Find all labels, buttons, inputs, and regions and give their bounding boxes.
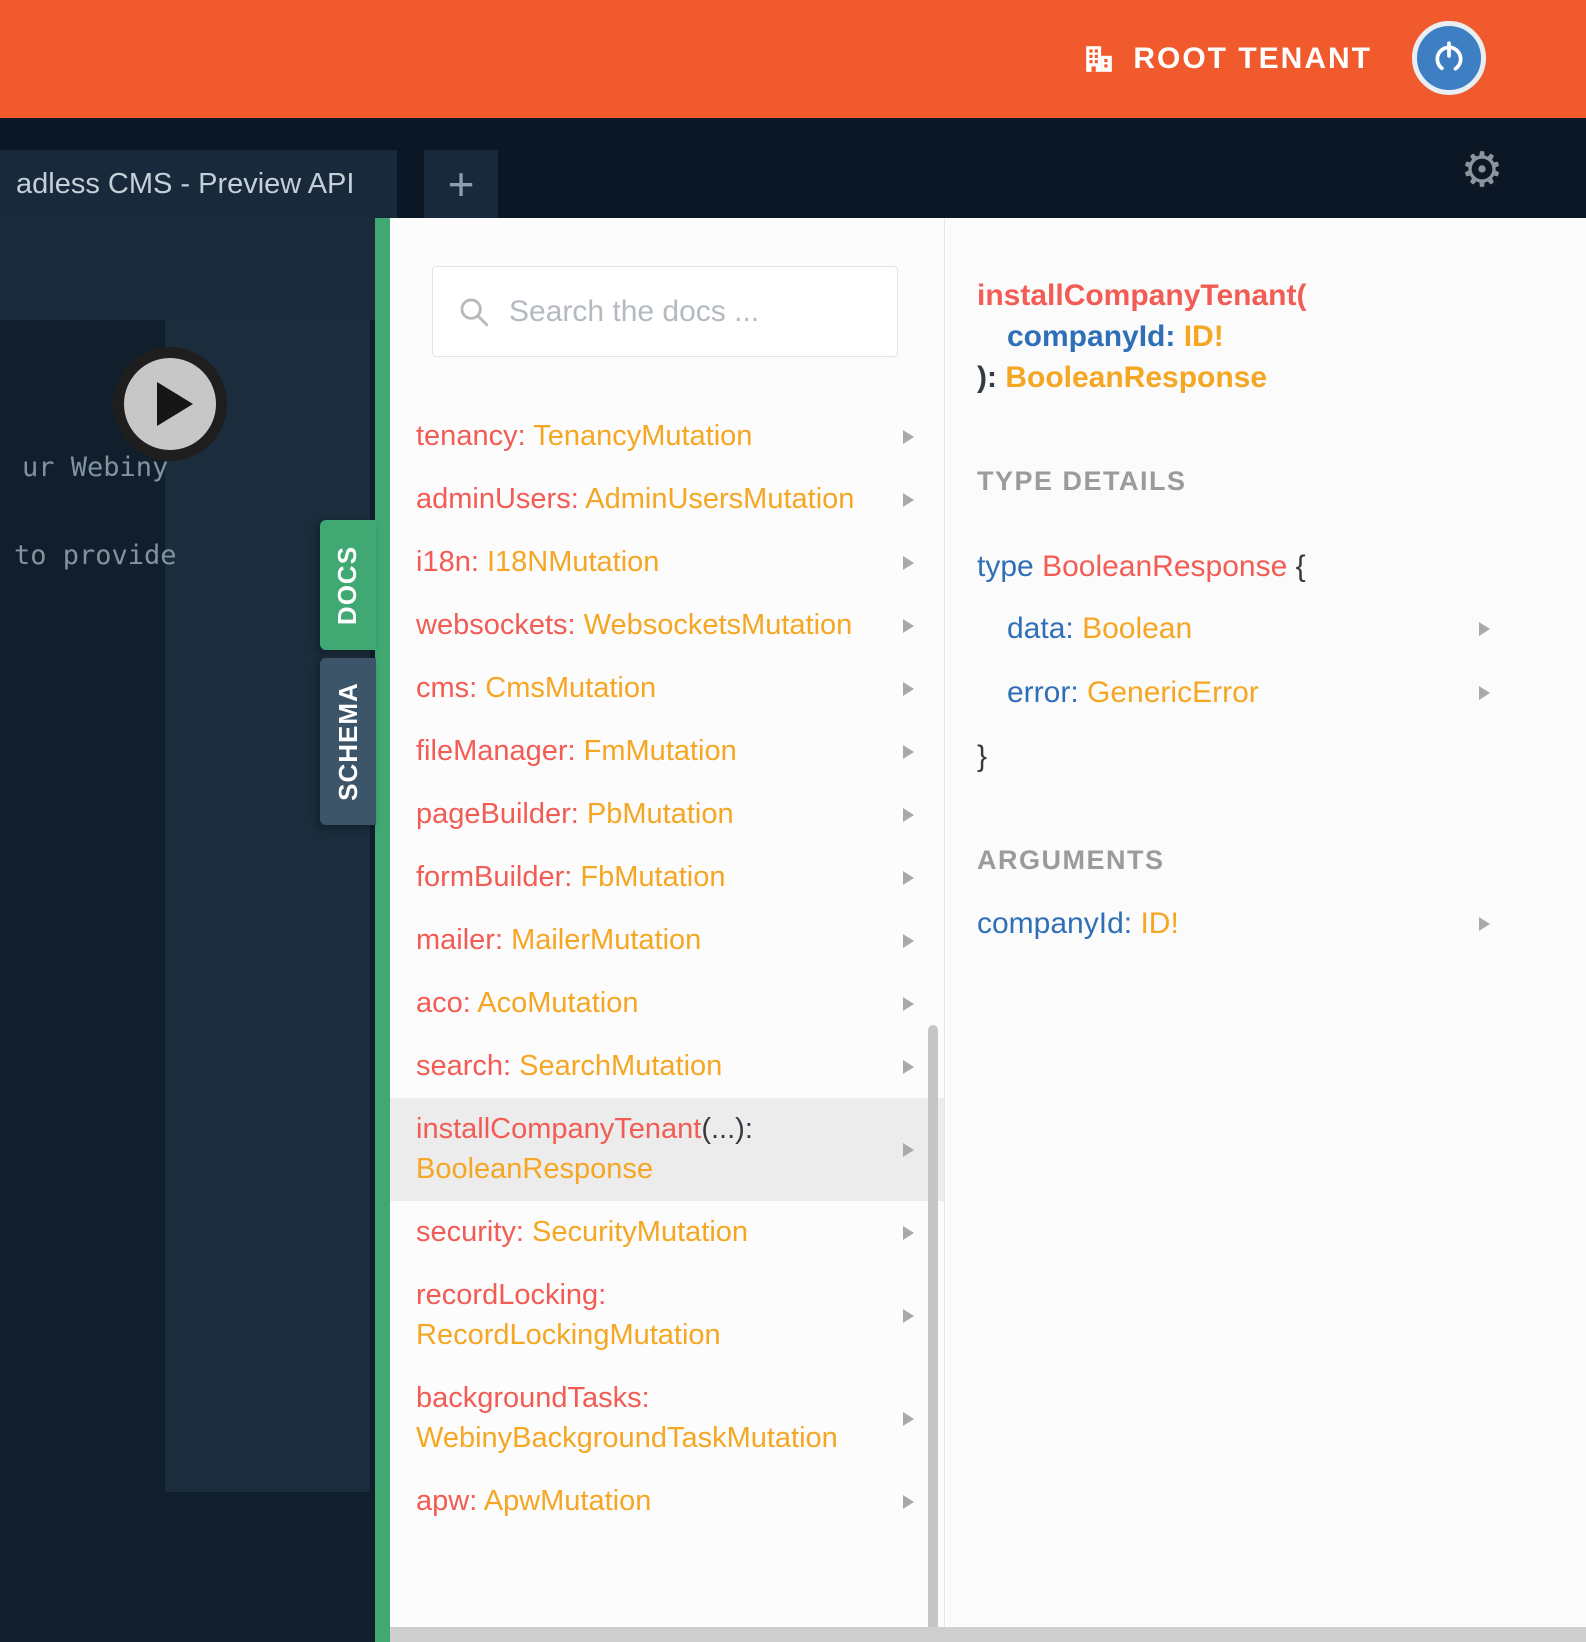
- type-close-brace: }: [977, 740, 988, 773]
- field-detail-panel: installCompanyTenant( companyId: ID! ): …: [946, 218, 1586, 1642]
- docs-field-row[interactable]: backgroundTasks: WebinyBackgroundTaskMut…: [390, 1367, 944, 1470]
- chevron-right-icon: [903, 1494, 914, 1509]
- chevron-right-icon: [903, 1411, 914, 1426]
- logout-button[interactable]: [1412, 21, 1486, 95]
- horizontal-scrollbar[interactable]: [390, 1627, 1586, 1642]
- docs-scrollbar[interactable]: [928, 1025, 938, 1642]
- chevron-right-icon: [903, 1225, 914, 1240]
- search-box[interactable]: [432, 266, 898, 357]
- app-header: ROOT TENANT: [0, 0, 1586, 118]
- docs-field-row[interactable]: formBuilder: FbMutation: [390, 846, 944, 909]
- chevron-right-icon: [903, 492, 914, 507]
- docs-field-row[interactable]: security: SecurityMutation: [390, 1201, 944, 1264]
- docs-field-row[interactable]: apw: ApwMutation: [390, 1470, 944, 1533]
- chevron-right-icon: [1479, 686, 1490, 700]
- chevron-right-icon: [903, 555, 914, 570]
- execute-query-button[interactable]: [113, 347, 227, 461]
- power-icon: [1435, 41, 1463, 73]
- play-icon: [157, 382, 193, 426]
- docs-panel: tenancy: TenancyMutation adminUsers: Adm…: [390, 218, 945, 1642]
- tab-title: adless CMS - Preview API: [16, 167, 355, 200]
- argument-row[interactable]: companyId: ID!: [977, 892, 1586, 956]
- docs-field-list: tenancy: TenancyMutation adminUsers: Adm…: [390, 405, 944, 1533]
- type-details-heading: TYPE DETAILS: [977, 466, 1187, 496]
- type-name: BooleanResponse: [1042, 550, 1288, 583]
- type-field-row[interactable]: error: GenericError: [977, 661, 1586, 725]
- chevron-right-icon: [903, 1142, 914, 1157]
- chevron-right-icon: [1479, 917, 1490, 931]
- field-signature: installCompanyTenant( companyId: ID! ): …: [977, 279, 1307, 394]
- building-icon: [1086, 46, 1113, 72]
- chevron-right-icon: [1479, 622, 1490, 636]
- editor-code-area[interactable]: [165, 320, 370, 1492]
- docs-field-row[interactable]: recordLocking: RecordLockingMutation: [390, 1264, 944, 1367]
- arguments-heading: ARGUMENTS: [977, 845, 1165, 875]
- docs-tab-label: DOCS: [332, 545, 363, 625]
- editor-top-strip: [0, 218, 375, 320]
- editor-text-line: ur Webiny: [22, 452, 169, 483]
- docs-field-row[interactable]: fileManager: FmMutation: [390, 720, 944, 783]
- docs-search-area: [390, 218, 944, 405]
- signature-arg-type: ID!: [1183, 320, 1224, 353]
- chevron-right-icon: [903, 996, 914, 1011]
- docs-field-row[interactable]: search: SearchMutation: [390, 1035, 944, 1098]
- chevron-right-icon: [903, 429, 914, 444]
- docs-field-row[interactable]: websockets: WebsocketsMutation: [390, 594, 944, 657]
- docs-field-row[interactable]: aco: AcoMutation: [390, 972, 944, 1035]
- tab-headless-cms-preview-api[interactable]: adless CMS - Preview API: [0, 150, 397, 218]
- schema-tab[interactable]: SCHEMA: [320, 658, 376, 825]
- search-icon: [460, 298, 489, 326]
- chevron-right-icon: [903, 744, 914, 759]
- workspace: ur Webiny to provide DOCS SCHEMA Search …: [0, 218, 1586, 1642]
- add-tab-button[interactable]: +: [424, 150, 498, 218]
- docs-field-row[interactable]: tenancy: TenancyMutation: [390, 405, 944, 468]
- type-field-row[interactable]: data: Boolean: [977, 597, 1586, 661]
- docs-field-row[interactable]: i18n: I18NMutation: [390, 531, 944, 594]
- tenant-selector[interactable]: ROOT TENANT: [1083, 0, 1372, 118]
- docs-panel-edge[interactable]: [375, 218, 390, 1642]
- gear-icon: ⚙: [1460, 142, 1504, 198]
- signature-return-type: BooleanResponse: [1005, 361, 1268, 394]
- chevron-right-icon: [903, 681, 914, 696]
- settings-button[interactable]: ⚙: [1456, 144, 1508, 196]
- docs-field-row[interactable]: mailer: MailerMutation: [390, 909, 944, 972]
- docs-field-row[interactable]: adminUsers: AdminUsersMutation: [390, 468, 944, 531]
- chevron-right-icon: [903, 618, 914, 633]
- chevron-right-icon: [903, 933, 914, 948]
- schema-tab-label: SCHEMA: [332, 682, 363, 801]
- type-declaration: type BooleanResponse {: [977, 550, 1306, 583]
- chevron-right-icon: [903, 1059, 914, 1074]
- docs-field-row[interactable]: pageBuilder: PbMutation: [390, 783, 944, 846]
- docs-field-row-selected[interactable]: installCompanyTenant(...): BooleanRespon…: [390, 1098, 944, 1201]
- docs-field-row[interactable]: cms: CmsMutation: [390, 657, 944, 720]
- chevron-right-icon: [903, 870, 914, 885]
- tab-bar: adless CMS - Preview API + ⚙: [0, 118, 1586, 218]
- editor-text-line: to provide: [14, 540, 177, 571]
- type-fields: data: Boolean error: GenericError: [977, 597, 1586, 725]
- docs-tab[interactable]: DOCS: [320, 520, 376, 650]
- signature-arg-name: companyId:: [1007, 320, 1176, 353]
- signature-field-name: installCompanyTenant(: [977, 279, 1307, 312]
- query-editor[interactable]: ur Webiny to provide: [0, 218, 375, 1642]
- tenant-label: ROOT TENANT: [1133, 42, 1372, 75]
- chevron-right-icon: [903, 1308, 914, 1323]
- chevron-right-icon: [903, 807, 914, 822]
- search-input[interactable]: [509, 294, 873, 329]
